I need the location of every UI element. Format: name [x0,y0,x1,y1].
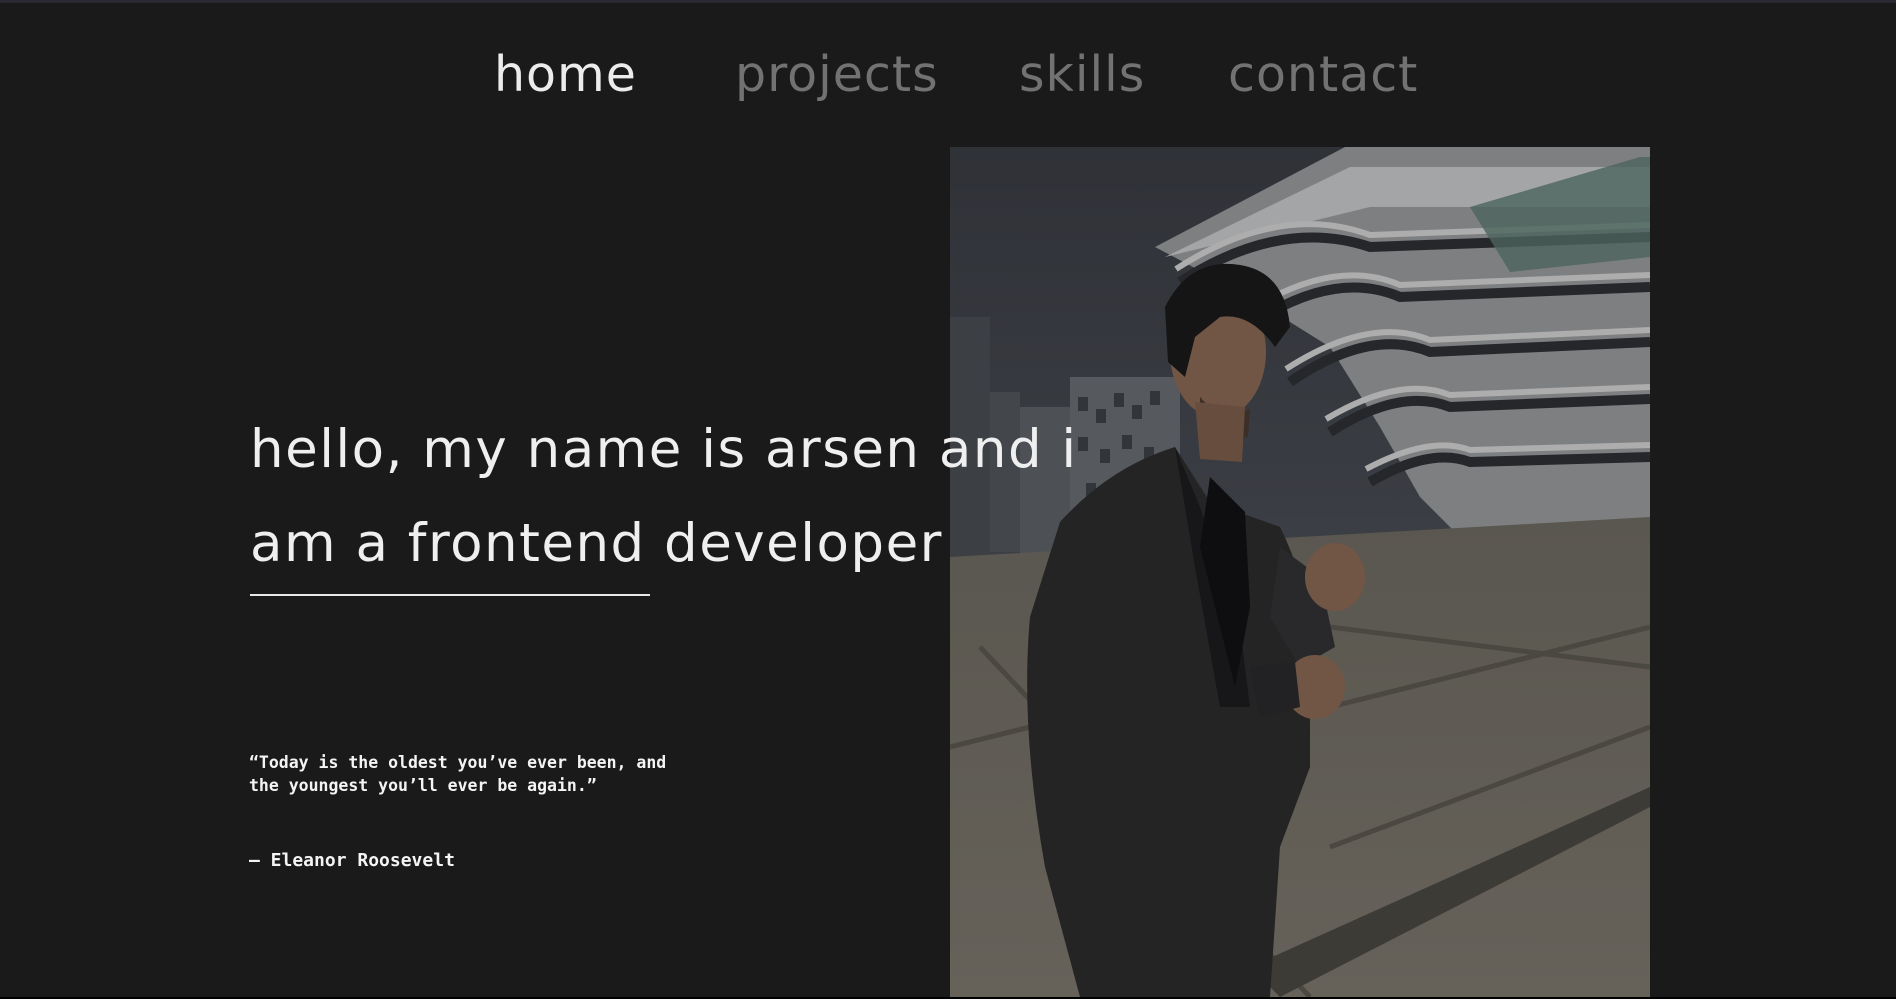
hero-photo [950,147,1650,997]
nav-link-contact[interactable]: contact [1228,42,1418,108]
hero-heading-line-1: hello, my name is arsen and i [250,419,1078,480]
quote-line-2: the youngest you’ll ever be again.” [249,776,597,795]
nav-link-skills[interactable]: skills [1019,42,1145,108]
hero-heading: hello, my name is arsen and i am a front… [250,403,1078,591]
quote-author: — Eleanor Roosevelt [249,850,455,871]
top-border [0,0,1896,3]
hero-photo-illustration [950,147,1650,997]
nav-link-projects[interactable]: projects [735,42,939,108]
nav-link-home[interactable]: home [494,42,637,108]
hero-heading-line-2: am a frontend developer [250,513,943,574]
quote: “Today is the oldest you’ve ever been, a… [249,751,809,797]
quote-line-1: “Today is the oldest you’ve ever been, a… [249,753,667,772]
heading-underline [250,594,650,596]
